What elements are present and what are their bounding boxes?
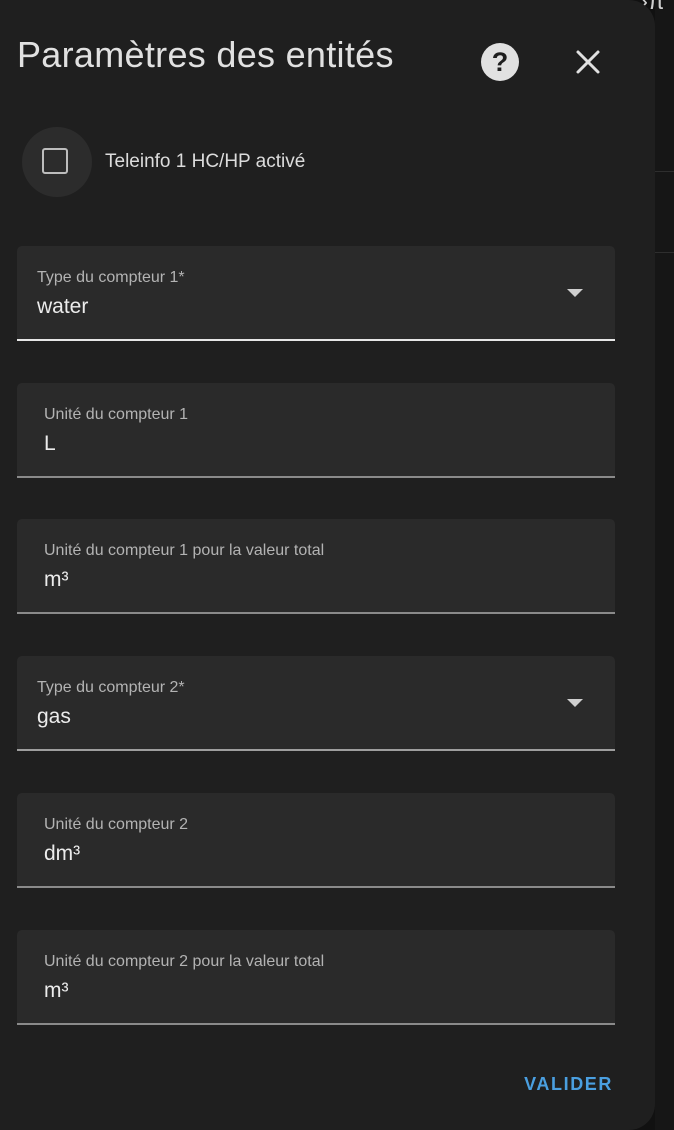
counter2-unit-field[interactable]: Unité du compteur 2 dm³ [17, 793, 615, 888]
background-divider [655, 171, 674, 172]
counter1-total-unit-field[interactable]: Unité du compteur 1 pour la valeur total… [17, 519, 615, 614]
help-icon[interactable]: ? [481, 43, 519, 81]
field-label: Type du compteur 2* [37, 679, 185, 696]
field-label: Unité du compteur 1 pour la valeur total [44, 542, 325, 559]
checkbox-label: Teleinfo 1 HC/HP activé [105, 151, 306, 172]
chevron-down-icon[interactable] [567, 289, 583, 297]
field-value[interactable]: m³ [44, 978, 69, 1004]
background-divider [655, 252, 674, 253]
field-label: Unité du compteur 2 [44, 816, 189, 833]
field-value: gas [37, 705, 71, 728]
field-value: water [37, 295, 89, 318]
counter1-unit-field[interactable]: Unité du compteur 1 L [17, 383, 615, 478]
field-value[interactable]: L [44, 431, 56, 457]
checkbox-ripple[interactable] [22, 127, 92, 197]
counter1-type-select[interactable]: Type du compteur 1* water [17, 246, 615, 341]
chevron-down-icon[interactable] [567, 699, 583, 707]
field-value[interactable]: dm³ [44, 841, 80, 867]
teleinfo-checkbox[interactable] [42, 148, 68, 174]
field-label: Type du compteur 1* [37, 269, 185, 286]
teleinfo-checkbox-row[interactable]: Teleinfo 1 HC/HP activé [22, 127, 422, 197]
submit-button[interactable]: VALIDER [524, 1070, 613, 1098]
background-panel [655, 0, 674, 1130]
dialog-title: Paramètres des entités [17, 34, 394, 75]
field-value[interactable]: m³ [44, 567, 69, 593]
field-label: Unité du compteur 2 pour la valeur total [44, 953, 325, 970]
close-icon[interactable] [568, 42, 608, 82]
entity-settings-dialog: Paramètres des entités ? Teleinfo 1 HC/H… [0, 0, 655, 1130]
counter2-type-select[interactable]: Type du compteur 2* gas [17, 656, 615, 751]
field-label: Unité du compteur 1 [44, 406, 189, 423]
counter2-total-unit-field[interactable]: Unité du compteur 2 pour la valeur total… [17, 930, 615, 1025]
